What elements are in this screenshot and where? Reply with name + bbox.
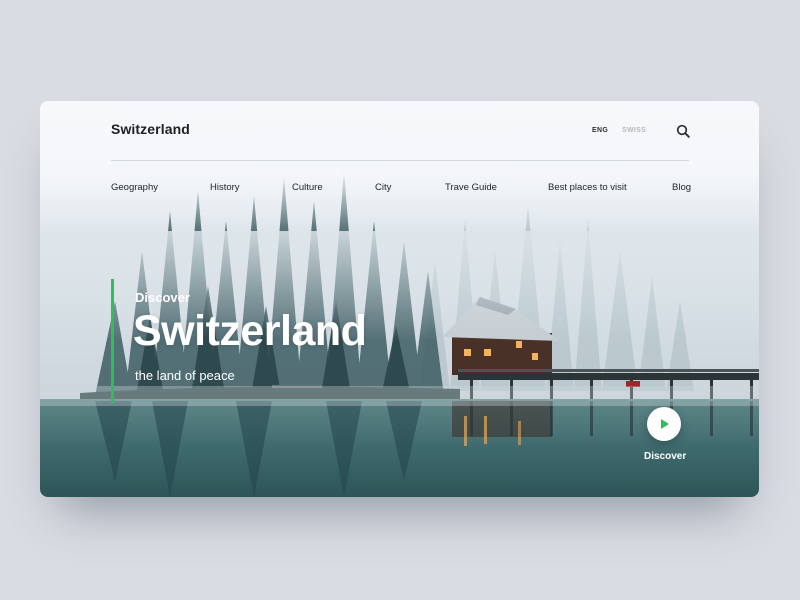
search-icon[interactable] — [676, 124, 690, 138]
hero-eyebrow: Discover — [135, 290, 190, 305]
header-divider — [111, 160, 689, 161]
nav-item-culture[interactable]: Culture — [292, 182, 323, 193]
language-eng[interactable]: ENG — [592, 127, 608, 134]
nav-item-geography[interactable]: Geography — [111, 182, 158, 193]
hero-subtitle: the land of peace — [135, 368, 235, 383]
hero-title: Switzerland — [133, 307, 367, 355]
nav-item-best-places[interactable]: Best places to visit — [548, 182, 627, 193]
site-logo[interactable]: Switzerland — [111, 121, 190, 137]
language-swiss[interactable]: SWISS — [622, 127, 646, 134]
main-nav: Geography History Culture City Trave Gui… — [111, 182, 691, 196]
nav-item-blog[interactable]: Blog — [672, 182, 691, 193]
play-icon — [661, 419, 669, 429]
discover-button-label[interactable]: Discover — [644, 451, 686, 462]
nav-item-history[interactable]: History — [210, 182, 240, 193]
hero-card: Switzerland ENG SWISS Geography History … — [40, 101, 759, 497]
nav-item-travel-guide[interactable]: Trave Guide — [445, 182, 497, 193]
play-button[interactable] — [647, 407, 681, 441]
hero-accent-bar — [111, 279, 114, 403]
nav-item-city[interactable]: City — [375, 182, 391, 193]
